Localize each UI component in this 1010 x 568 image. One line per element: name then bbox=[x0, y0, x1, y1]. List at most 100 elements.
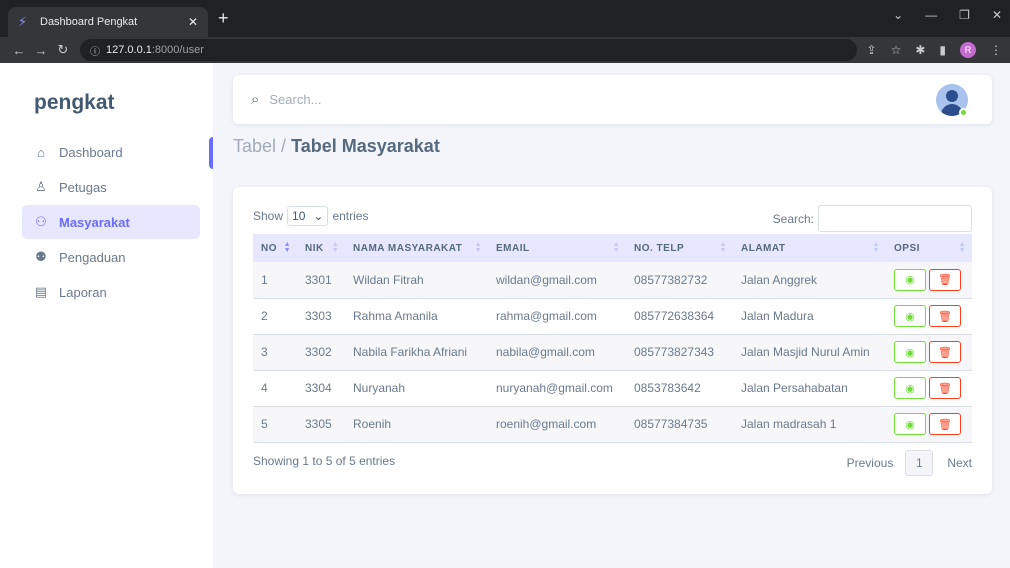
sidebar-item-petugas[interactable]: ♙ Petugas bbox=[22, 170, 200, 204]
next-page-button[interactable]: Next bbox=[947, 456, 972, 470]
cell-nik: 3301 bbox=[305, 272, 332, 287]
back-icon[interactable]: ← bbox=[8, 43, 30, 58]
sidebar-item-dashboard[interactable]: ⌂ Dashboard bbox=[22, 135, 200, 169]
new-tab-icon[interactable]: + bbox=[218, 9, 229, 27]
minimize-icon[interactable]: — bbox=[925, 8, 937, 22]
trash-icon: 🗑 bbox=[938, 274, 952, 287]
browser-menu-icon[interactable]: ⋮ bbox=[990, 43, 1002, 57]
column-header-telp[interactable]: NO. TELP ▲ ▼ bbox=[626, 234, 733, 262]
cell-telp: 085772638364 bbox=[634, 309, 715, 323]
cell-nik: 3302 bbox=[305, 345, 332, 359]
cell-email: roenih@gmail.com bbox=[496, 417, 597, 431]
search-input[interactable] bbox=[269, 92, 570, 107]
view-button[interactable]: ◉ bbox=[894, 305, 926, 327]
eye-icon: ◉ bbox=[905, 310, 915, 323]
column-header-email[interactable]: EMAIL ▲ ▼ bbox=[488, 234, 626, 262]
close-tab-icon[interactable]: ✕ bbox=[188, 15, 198, 29]
home-icon: ⌂ bbox=[37, 144, 45, 160]
table-row: 1 3301 Wildan Fitrah wildan@gmail.com 08… bbox=[253, 262, 972, 298]
eye-icon: ◉ bbox=[905, 346, 915, 359]
sidebar-item-label: Dashboard bbox=[59, 144, 123, 160]
user-voice-icon: ⚉ bbox=[35, 249, 47, 264]
delete-button[interactable]: 🗑 bbox=[929, 305, 961, 327]
site-info-icon[interactable]: ⓘ bbox=[90, 43, 100, 58]
cell-telp: 0853783642 bbox=[634, 381, 701, 395]
table-search-label: Search: bbox=[772, 211, 814, 226]
table-row: 2 3303 Rahma Amanila rahma@gmail.com 085… bbox=[253, 298, 972, 334]
delete-button[interactable]: 🗑 bbox=[929, 341, 961, 363]
view-button[interactable]: ◉ bbox=[894, 268, 926, 291]
cell-email: rahma@gmail.com bbox=[496, 309, 597, 323]
sort-icon: ▲ ▼ bbox=[958, 241, 966, 254]
tab-search-icon[interactable]: ⌄ bbox=[893, 8, 903, 22]
cell-nama: Nabila Farikha Afriani bbox=[353, 345, 468, 359]
entries-length-control: Show 10 ⌄ entries bbox=[253, 206, 368, 226]
cell-telp: 08577384735 bbox=[634, 417, 708, 431]
table-search-input[interactable] bbox=[818, 205, 972, 232]
bookmark-star-icon[interactable]: ☆ bbox=[891, 43, 902, 57]
browser-tab[interactable]: ⚡ Dashboard Pengkat ✕ bbox=[8, 7, 208, 37]
cell-opsi: ◉ 🗑 bbox=[886, 334, 972, 370]
sort-icon: ▲ ▼ bbox=[474, 241, 482, 254]
sort-icon: ▲ ▼ bbox=[872, 241, 880, 254]
table-row: 5 3305 Roenih roenih@gmail.com 085773847… bbox=[253, 406, 972, 442]
breadcrumb: Tabel / Tabel Masyarakat bbox=[233, 136, 440, 157]
restore-icon[interactable]: ❐ bbox=[959, 8, 970, 22]
column-header-alamat[interactable]: ALAMAT ▲ ▼ bbox=[733, 234, 886, 262]
app-favicon-icon: ⚡ bbox=[18, 14, 28, 29]
breadcrumb-parent: Tabel / bbox=[233, 136, 287, 156]
file-icon: ▤ bbox=[34, 284, 48, 299]
app-brand[interactable]: pengkat bbox=[34, 91, 115, 115]
column-header-nama[interactable]: NAMA MASYARAKAT ▲ ▼ bbox=[345, 234, 488, 262]
previous-page-button[interactable]: Previous bbox=[847, 456, 894, 470]
address-bar[interactable]: ⓘ 127.0.0.1:8000/user bbox=[80, 39, 857, 61]
column-header-opsi[interactable]: OPSI ▲ ▼ bbox=[886, 234, 972, 262]
cell-nik: 3305 bbox=[305, 417, 332, 431]
masyarakat-table: NO ▲ ▼ NIK ▲ ▼ NAMA MASYARAKAT ▲ ▼ EMAIL ▲ ▼ NO.… bbox=[253, 234, 972, 443]
sort-icon: ▲ ▼ bbox=[331, 241, 339, 254]
url-path: :8000/user bbox=[151, 44, 204, 56]
tab-title: Dashboard Pengkat bbox=[40, 16, 138, 28]
entries-select[interactable]: 10 ⌄ bbox=[287, 206, 329, 226]
delete-button[interactable]: 🗑 bbox=[929, 377, 961, 399]
sidebar-item-laporan[interactable]: ▤ Laporan bbox=[22, 275, 200, 309]
close-window-icon[interactable]: ✕ bbox=[992, 8, 1002, 22]
trash-icon: 🗑 bbox=[938, 382, 952, 395]
profile-avatar[interactable]: R bbox=[960, 42, 976, 58]
cell-telp: 085773827343 bbox=[634, 345, 715, 359]
cell-nama: Rahma Amanila bbox=[353, 309, 438, 323]
column-header-nik[interactable]: NIK ▲ ▼ bbox=[297, 234, 345, 262]
delete-button[interactable]: 🗑 bbox=[929, 268, 961, 291]
sidebar-item-label: Masyarakat bbox=[59, 214, 130, 230]
cell-alamat: Jalan Masjid Nurul Amin bbox=[741, 345, 870, 359]
share-icon[interactable]: ⇪ bbox=[867, 43, 877, 57]
page-title: Tabel Masyarakat bbox=[291, 136, 440, 156]
users-icon: ⚇ bbox=[35, 214, 47, 229]
extensions-icon[interactable]: ✱ bbox=[915, 43, 925, 57]
cell-alamat: Jalan Madura bbox=[741, 309, 814, 323]
eye-icon: ◉ bbox=[905, 418, 915, 431]
sidebar-item-pengaduan[interactable]: ⚉ Pengaduan bbox=[22, 240, 200, 274]
reload-icon[interactable]: ↻ bbox=[52, 42, 74, 58]
online-status-dot bbox=[959, 108, 968, 117]
view-button[interactable]: ◉ bbox=[894, 341, 926, 363]
column-header-no[interactable]: NO ▲ ▼ bbox=[253, 234, 297, 262]
cell-nik: 3303 bbox=[305, 309, 332, 323]
trash-icon: 🗑 bbox=[938, 310, 952, 323]
sort-icon: ▲ ▼ bbox=[719, 241, 727, 254]
masyarakat-table-card: Show 10 ⌄ entries Search: NO ▲ ▼ NIK ▲ ▼ NAM… bbox=[233, 187, 992, 494]
sidebar: pengkat ⌂ Dashboard ♙ Petugas ⚇ Masyarak… bbox=[0, 63, 213, 568]
forward-icon[interactable]: → bbox=[30, 43, 52, 58]
view-button[interactable]: ◉ bbox=[894, 377, 926, 399]
cell-no: 3 bbox=[261, 345, 268, 359]
cell-no: 2 bbox=[261, 309, 268, 323]
delete-button[interactable]: 🗑 bbox=[929, 413, 961, 435]
page-1-button[interactable]: 1 bbox=[905, 450, 934, 476]
view-button[interactable]: ◉ bbox=[894, 413, 926, 435]
sidebar-item-masyarakat[interactable]: ⚇ Masyarakat bbox=[22, 205, 200, 239]
cell-opsi: ◉ 🗑 bbox=[886, 406, 972, 442]
url-host: 127.0.0.1 bbox=[106, 44, 152, 56]
side-panel-icon[interactable]: ▮ bbox=[939, 43, 946, 57]
table-row: 3 3302 Nabila Farikha Afriani nabila@gma… bbox=[253, 334, 972, 370]
user-icon: ♙ bbox=[35, 179, 47, 194]
